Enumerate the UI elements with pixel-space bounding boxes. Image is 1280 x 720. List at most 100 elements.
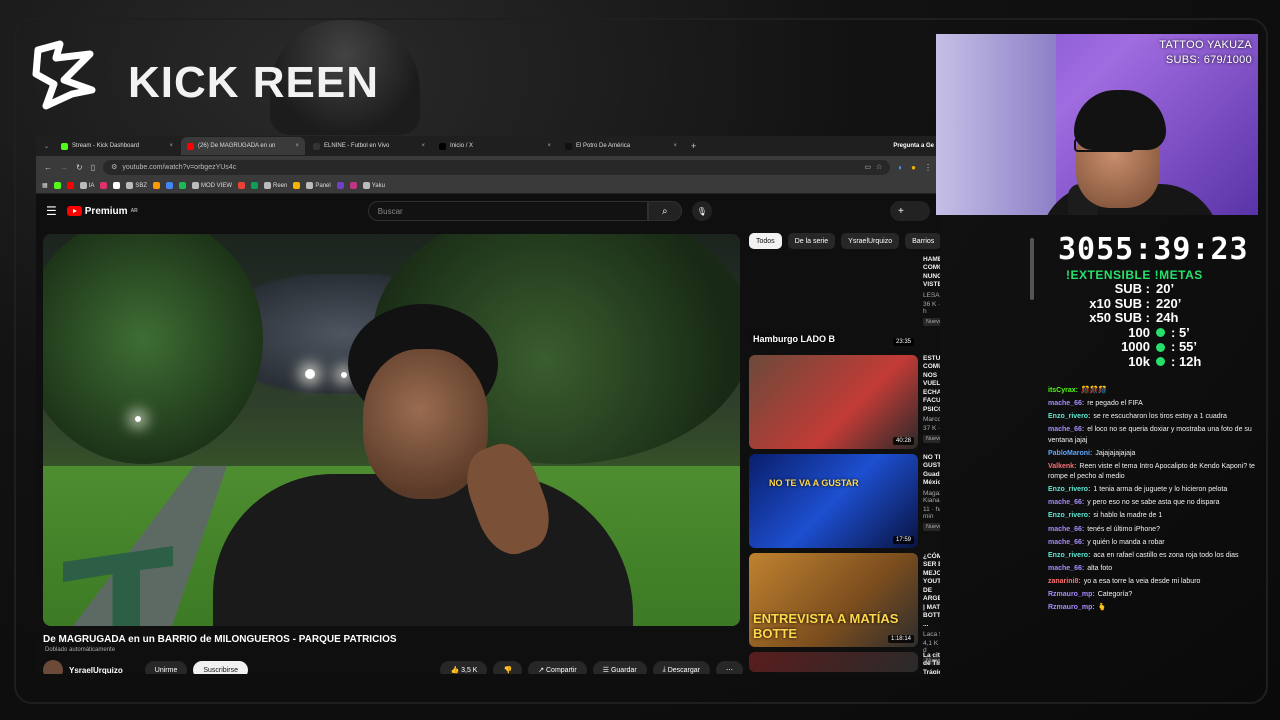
recommendation-item[interactable]: La cita de Tinder Trágica + Los Crímenes…: [749, 652, 940, 674]
bookmark-icon[interactable]: [53, 182, 61, 189]
browser-tab[interactable]: (26) De MAGRUGADA en un ×: [181, 137, 306, 155]
recommendation-title[interactable]: La cita de Tinder Trágica + Los Crímenes…: [923, 652, 940, 674]
bookmark-star-icon[interactable]: ☆: [876, 163, 882, 171]
recommendation-channel[interactable]: LESA: [923, 292, 940, 299]
sidebar-toggle-icon[interactable]: ▯: [91, 163, 95, 172]
more-actions-icon[interactable]: ⋯: [716, 661, 743, 674]
bookmark-icon[interactable]: [336, 182, 344, 189]
chat-username[interactable]: Enzo_rivero:: [1048, 512, 1090, 519]
forward-icon[interactable]: →: [60, 163, 68, 172]
chat-username[interactable]: Enzo_rivero:: [1048, 413, 1090, 420]
browser-tab[interactable]: Stream - Kick Dashboard ×: [55, 137, 179, 155]
dislike-button[interactable]: 👎: [493, 661, 523, 674]
video-thumbnail[interactable]: Hamburgo LADO B 23:35: [749, 256, 918, 350]
bookmark-icon[interactable]: [113, 182, 121, 189]
chat-username[interactable]: itsCyrax:: [1048, 387, 1078, 394]
filter-chip[interactable]: De la serie: [787, 233, 836, 249]
apps-grid-icon[interactable]: ▦: [42, 182, 48, 189]
chat-username[interactable]: mache_66:: [1048, 526, 1084, 533]
browser-tab[interactable]: Inicio / X ×: [433, 137, 557, 155]
site-info-icon[interactable]: ⚙: [111, 163, 117, 171]
recommendation-item[interactable]: Hamburgo LADO B 23:35 HAMBURGO COMO NUNCA …: [749, 256, 940, 355]
bookmark-icon[interactable]: [251, 182, 259, 189]
bookmark-icon[interactable]: [166, 182, 174, 189]
bookmark-item[interactable]: Panel: [306, 182, 331, 189]
filter-chip[interactable]: YsraelUrquizo: [841, 233, 900, 249]
menu-icon[interactable]: ☰: [46, 204, 57, 218]
download-button[interactable]: ⤓ Descargar: [652, 661, 710, 674]
video-thumbnail[interactable]: ENTREVISTA A MATÍAS BOTTE 1:18:14: [749, 553, 918, 647]
reload-icon[interactable]: ↻: [76, 163, 83, 172]
chat-username[interactable]: mache_66:: [1048, 400, 1084, 407]
save-button[interactable]: ☰ Guardar: [592, 661, 647, 674]
cast-icon[interactable]: ▭: [864, 163, 871, 171]
bookmark-icon[interactable]: [238, 182, 246, 189]
recommendation-channel[interactable]: Marco Palazzo: [923, 416, 940, 423]
channel-name[interactable]: YsraelUrquizo: [69, 666, 123, 675]
microphone-icon[interactable]: 🎙: [691, 201, 712, 221]
tab-close-icon[interactable]: ×: [296, 143, 300, 149]
gemini-button[interactable]: Pregunta a Ge: [893, 143, 940, 149]
browser-tab[interactable]: El Potro De América ×: [559, 137, 683, 155]
scrollbar[interactable]: [1030, 238, 1034, 300]
browser-tab[interactable]: ELNINE - Futbol en Vivo ×: [307, 137, 431, 155]
bookmark-icon[interactable]: [66, 182, 74, 189]
video-thumbnail[interactable]: [749, 652, 918, 672]
filter-chip[interactable]: Todos: [749, 233, 782, 249]
filter-chip[interactable]: Barrios: [905, 233, 940, 249]
recommendation-title[interactable]: ¿CÓMO ES SER EL MEJOR YOUTUBER DE ARGENT…: [923, 553, 940, 629]
recommendation-channel[interactable]: Magazine Kiana TV: [923, 490, 940, 504]
chat-username[interactable]: Rzmauro_mp:: [1048, 604, 1095, 611]
chat-username[interactable]: mache_66:: [1048, 426, 1084, 433]
channel-avatar[interactable]: [43, 660, 63, 674]
back-icon[interactable]: ←: [44, 163, 52, 172]
bookmark-item[interactable]: Yaku: [362, 182, 385, 189]
tab-close-icon[interactable]: ×: [674, 143, 678, 149]
recommendation-item[interactable]: 40:28 ESTUDIANTES COMUNISTAS NOS VUELVEN …: [749, 355, 940, 454]
bookmark-item[interactable]: Reen: [264, 182, 287, 189]
bookmark-item[interactable]: MOD VIEW: [192, 182, 232, 189]
join-button[interactable]: Unirme: [144, 661, 188, 674]
chat-username[interactable]: Enzo_rivero:: [1048, 486, 1090, 493]
bookmark-item[interactable]: IA: [79, 182, 94, 189]
tab-search-chevron-icon[interactable]: ⌄: [40, 143, 53, 150]
search-icon[interactable]: ⌕: [647, 201, 682, 221]
tab-close-icon[interactable]: ×: [422, 143, 426, 149]
chat-username[interactable]: Rzmauro_mp:: [1048, 591, 1095, 598]
extension-icon-2[interactable]: ●: [911, 163, 916, 172]
search-input[interactable]: Buscar: [367, 201, 648, 221]
video-thumbnail[interactable]: NO TE VA A GUSTAR 17:59: [749, 454, 918, 548]
recommendation-title[interactable]: ESTUDIANTES COMUNISTAS NOS VUELVEN A ECH…: [923, 355, 940, 414]
chat-username[interactable]: zanarini8:: [1048, 578, 1081, 585]
youtube-logo[interactable]: Premium AR: [66, 206, 138, 217]
chat-username[interactable]: PabloMaroni:: [1048, 450, 1092, 457]
new-tab-button[interactable]: +: [685, 141, 702, 151]
url-input[interactable]: ⚙ youtube.com/watch?v=orbgezYUs4c ▭ ☆: [103, 159, 891, 175]
bookmark-icon[interactable]: [179, 182, 187, 189]
recommendation-item[interactable]: ENTREVISTA A MATÍAS BOTTE1:18:14 ¿CÓMO ES…: [749, 553, 940, 665]
subscribe-button[interactable]: Suscribirse: [193, 661, 248, 674]
bookmark-item[interactable]: SBZ: [126, 182, 147, 189]
chat-username[interactable]: Valkenk:: [1048, 463, 1076, 470]
tab-close-icon[interactable]: ×: [548, 143, 552, 149]
recommendation-title[interactable]: NO TE VA A GUSTAR. Guadalajara, México.|: [923, 454, 940, 488]
bookmark-icon[interactable]: [153, 182, 161, 189]
create-button[interactable]: +: [890, 201, 930, 221]
bookmark-icon[interactable]: [349, 182, 357, 189]
bookmark-icon[interactable]: [293, 182, 301, 189]
menu-kebab-icon[interactable]: ⋮: [924, 163, 932, 172]
extension-icon[interactable]: ◐: [898, 163, 903, 172]
chat-username[interactable]: mache_66:: [1048, 565, 1084, 572]
bookmark-icon[interactable]: [100, 182, 108, 189]
recommendation-item[interactable]: NO TE VA A GUSTAR 17:59 NO TE VA A GUSTAR.…: [749, 454, 940, 553]
video-thumbnail[interactable]: 40:28: [749, 355, 918, 449]
like-button[interactable]: 👍 3,5 K: [440, 661, 488, 674]
share-button[interactable]: ↗ Compartir: [528, 661, 587, 674]
chat-username[interactable]: Enzo_rivero:: [1048, 552, 1090, 559]
chat-username[interactable]: mache_66:: [1048, 499, 1084, 506]
recommendation-title[interactable]: HAMBURGO COMO NUNCA LO VISTE: [923, 256, 940, 290]
video-player[interactable]: [43, 234, 740, 626]
chat-username[interactable]: mache_66:: [1048, 539, 1084, 546]
tab-close-icon[interactable]: ×: [170, 143, 174, 149]
recommendation-channel[interactable]: Laca Stream: [923, 631, 940, 638]
